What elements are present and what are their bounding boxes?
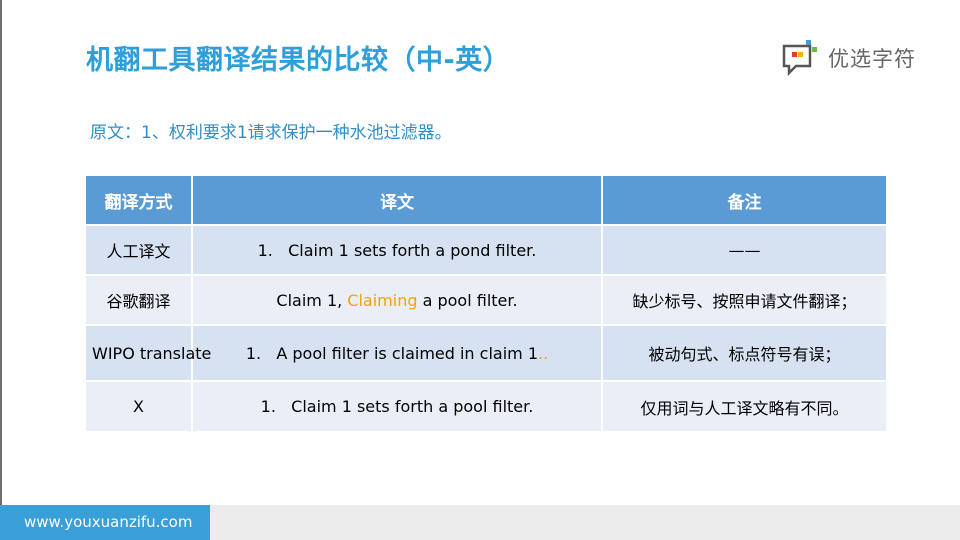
translation-cell: 1. Claim 1 sets forth a pool filter. bbox=[192, 380, 603, 431]
note-cell: 被动句式、标点符号有误； bbox=[602, 324, 886, 381]
translation-text: Claim 1, bbox=[276, 290, 348, 310]
column-header-method: 翻译方式 bbox=[86, 176, 193, 225]
brand-logo: 优选字符 bbox=[780, 38, 930, 78]
column-header-translation: 译文 bbox=[192, 176, 603, 225]
method-cell: X bbox=[86, 380, 193, 431]
speech-bubble-icon bbox=[782, 40, 817, 77]
method-cell: WIPO translate bbox=[86, 324, 211, 381]
translation-highlight: Claiming bbox=[347, 290, 418, 310]
translation-text-tail: a pool filter. bbox=[417, 290, 518, 310]
table-row: 人工译文 1. Claim 1 sets forth a pond filter… bbox=[86, 224, 886, 275]
note-cell: —— bbox=[602, 224, 886, 275]
slide-title: 机翻工具翻译结果的比较（中-英） bbox=[86, 45, 511, 76]
translation-cell: 1. Claim 1 sets forth a pond filter. bbox=[192, 224, 603, 275]
table-row: 谷歌翻译 Claim 1, Claiming a pool filter. 缺少… bbox=[86, 274, 886, 325]
comparison-table: 翻译方式 译文 备注 人工译文 1. Claim 1 sets forth a … bbox=[86, 176, 886, 431]
slide-edge bbox=[0, 0, 2, 540]
footer-url: www.youxuanzifu.com bbox=[0, 505, 210, 540]
method-cell: 人工译文 bbox=[86, 224, 193, 275]
column-header-notes: 备注 bbox=[602, 176, 886, 225]
translation-cell: 1. A pool filter is claimed in claim 1.. bbox=[192, 324, 603, 381]
method-cell: 谷歌翻译 bbox=[86, 274, 193, 325]
table-header-row: 翻译方式 译文 备注 bbox=[86, 176, 886, 225]
translation-text: 1. Claim 1 sets forth a pool filter. bbox=[260, 397, 534, 416]
table-row: X 1. Claim 1 sets forth a pool filter. 仅… bbox=[86, 380, 886, 431]
logo-text: 优选字符 bbox=[828, 47, 916, 71]
note-cell: 缺少标号、按照申请文件翻译； bbox=[602, 274, 886, 325]
translation-text: 1. A pool filter is claimed in claim 1 bbox=[245, 343, 538, 363]
translation-text: 1. Claim 1 sets forth a pond filter. bbox=[257, 240, 537, 260]
note-cell: 仅用词与人工译文略有不同。 bbox=[602, 380, 886, 431]
table-row: WIPO translate 1. A pool filter is claim… bbox=[86, 324, 886, 381]
source-text: 原文：1、权利要求1请求保护一种水池过滤器。 bbox=[90, 123, 452, 143]
slide: 机翻工具翻译结果的比较（中-英） 优选字符 原文：1、权利要求1请求保护一种水池… bbox=[0, 0, 960, 540]
translation-cell: Claim 1, Claiming a pool filter. bbox=[192, 274, 603, 325]
translation-highlight: .. bbox=[538, 343, 549, 363]
